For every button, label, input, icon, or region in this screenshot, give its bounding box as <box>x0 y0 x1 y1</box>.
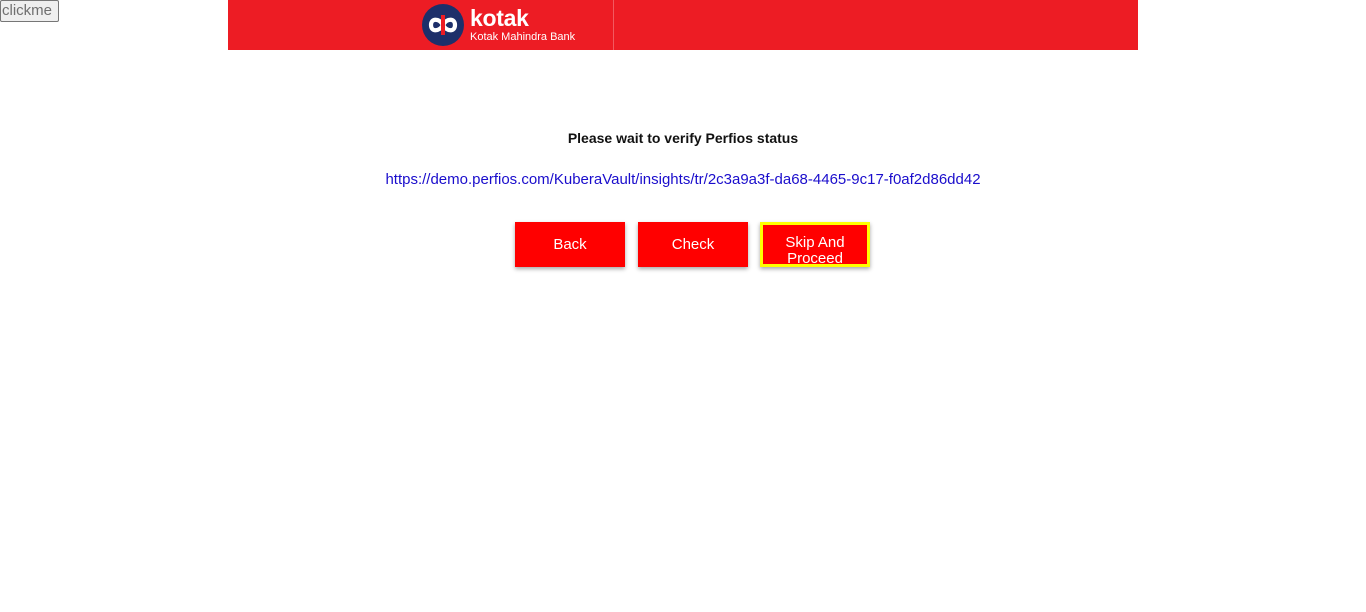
check-button[interactable]: Check <box>638 222 748 267</box>
brand-subtitle: Kotak Mahindra Bank <box>470 30 576 43</box>
back-button[interactable]: Back <box>515 222 625 267</box>
header-divider <box>613 0 614 50</box>
perfios-link-row: https://demo.perfios.com/KuberaVault/ins… <box>0 171 1366 189</box>
kotak-infinity-logo-icon <box>422 4 464 46</box>
brand-name: kotak <box>470 4 529 31</box>
skip-and-proceed-button[interactable]: Skip And Proceed <box>760 222 870 267</box>
header-bar: kotak Kotak Mahindra Bank <box>228 0 1138 50</box>
status-message: Please wait to verify Perfios status <box>567 130 799 146</box>
clickme-button[interactable]: clickme <box>0 0 59 22</box>
kotak-logo[interactable]: kotak Kotak Mahindra Bank <box>420 3 575 47</box>
perfios-link[interactable]: https://demo.perfios.com/KuberaVault/ins… <box>385 171 980 188</box>
logo-text: kotak Kotak Mahindra Bank <box>470 4 576 44</box>
page: clickme kotak Kotak Mahindra Bank Please… <box>0 0 1366 612</box>
